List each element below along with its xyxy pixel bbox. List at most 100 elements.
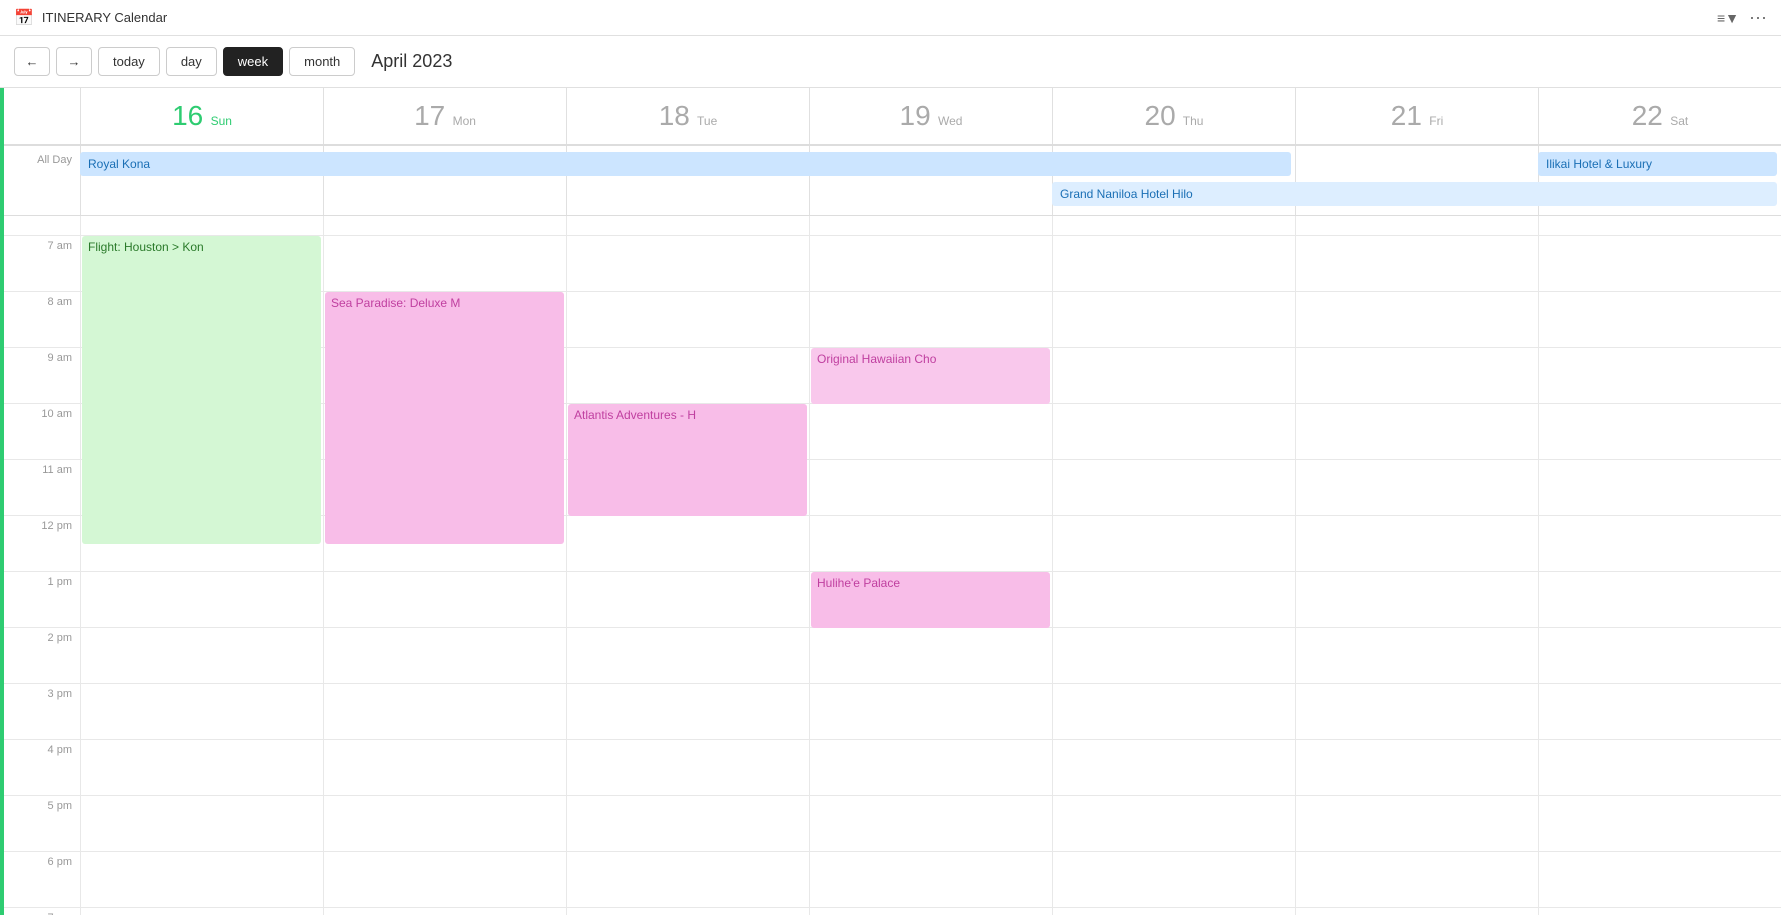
allday-event[interactable]: Royal Kona (80, 152, 1291, 176)
time-col-4 (1052, 516, 1295, 571)
event-block[interactable]: Hulihe'e Palace (811, 572, 1050, 628)
time-col-3 (809, 852, 1052, 907)
allday-event[interactable]: Grand Naniloa Hotel Hilo (1052, 182, 1777, 206)
time-row: 5 pm (0, 796, 1781, 852)
time-col-0 (80, 216, 323, 235)
time-col-4 (1052, 908, 1295, 915)
time-col-6 (1538, 516, 1781, 571)
time-col-1 (323, 740, 566, 795)
time-col-2 (566, 684, 809, 739)
time-col-6 (1538, 292, 1781, 347)
time-col-4 (1052, 460, 1295, 515)
time-row: 2 pm (0, 628, 1781, 684)
time-col-5 (1295, 908, 1538, 915)
time-col-4 (1052, 216, 1295, 235)
time-cols (80, 684, 1781, 739)
time-col-4 (1052, 684, 1295, 739)
day-header-tue: 18 Tue (566, 88, 809, 144)
calendar-title: April 2023 (371, 51, 452, 72)
today-button[interactable]: today (98, 47, 160, 76)
time-col-0 (80, 852, 323, 907)
day-name: Thu (1180, 114, 1204, 128)
day-name: Sat (1667, 114, 1688, 128)
time-col-3 (809, 216, 1052, 235)
time-col-5 (1295, 572, 1538, 627)
week-button[interactable]: week (223, 47, 283, 76)
time-col-6 (1538, 740, 1781, 795)
time-col-2 (566, 740, 809, 795)
time-col-3 (809, 460, 1052, 515)
day-name: Sun (207, 114, 232, 128)
day-header-thu: 20 Thu (1052, 88, 1295, 144)
time-row: 4 pm (0, 740, 1781, 796)
calendar-wrapper: 16 Sun17 Mon18 Tue19 Wed20 Thu21 Fri22 S… (0, 88, 1781, 915)
time-col-5 (1295, 740, 1538, 795)
time-col-6 (1538, 348, 1781, 403)
time-col-6 (1538, 460, 1781, 515)
event-block[interactable]: Flight: Houston > Kon (82, 236, 321, 544)
time-col-0 (80, 740, 323, 795)
day-name: Tue (694, 114, 717, 128)
filter-icon[interactable]: ≡▼ (1717, 10, 1739, 26)
time-col-6 (1538, 908, 1781, 915)
time-col-1 (323, 852, 566, 907)
time-col-2 (566, 628, 809, 683)
next-button[interactable]: → (56, 47, 92, 76)
day-header-wed: 19 Wed (809, 88, 1052, 144)
allday-event[interactable]: Ilikai Hotel & Luxury (1538, 152, 1777, 176)
time-col-5 (1295, 628, 1538, 683)
time-row: 7 pm (0, 908, 1781, 915)
time-col-1 (323, 216, 566, 235)
time-col-4 (1052, 572, 1295, 627)
event-block[interactable]: Atlantis Adventures - H (568, 404, 807, 516)
time-grid-scroll[interactable]: 1 am2 am3 am4 am5 am6 am7 am8 am9 am10 a… (0, 216, 1781, 915)
time-label: 5 pm (0, 796, 80, 851)
time-col-0 (80, 796, 323, 851)
calendar-app-icon: 📅 (14, 8, 34, 28)
more-options-icon[interactable]: ··· (1749, 7, 1767, 28)
time-col-3 (809, 292, 1052, 347)
time-col-6 (1538, 628, 1781, 683)
time-col-2 (566, 908, 809, 915)
toolbar: ← → today day week month April 2023 (0, 36, 1781, 88)
time-cols (80, 740, 1781, 795)
time-col-4 (1052, 236, 1295, 291)
prev-button[interactable]: ← (14, 47, 50, 76)
time-col-4 (1052, 628, 1295, 683)
month-button[interactable]: month (289, 47, 355, 76)
time-col-2 (566, 572, 809, 627)
time-col-2 (566, 292, 809, 347)
time-col-6 (1538, 684, 1781, 739)
app-title: ITINERARY Calendar (42, 10, 167, 25)
time-col-0 (80, 908, 323, 915)
day-header-fri: 21 Fri (1295, 88, 1538, 144)
day-button[interactable]: day (166, 47, 217, 76)
day-headers: 16 Sun17 Mon18 Tue19 Wed20 Thu21 Fri22 S… (0, 88, 1781, 146)
event-block[interactable]: Original Hawaiian Cho (811, 348, 1050, 404)
time-label: 3 pm (0, 684, 80, 739)
time-col-1 (323, 572, 566, 627)
time-label: 8 am (0, 292, 80, 347)
time-col-5 (1295, 516, 1538, 571)
day-header-mon: 17 Mon (323, 88, 566, 144)
time-col-4 (1052, 404, 1295, 459)
time-col-1 (323, 908, 566, 915)
time-label: 6 pm (0, 852, 80, 907)
time-cols (80, 852, 1781, 907)
time-col-0 (80, 572, 323, 627)
time-cols (80, 628, 1781, 683)
time-col-4 (1052, 292, 1295, 347)
time-cols (80, 216, 1781, 235)
time-col-3 (809, 516, 1052, 571)
day-number: 22 (1632, 100, 1663, 131)
time-col-5 (1295, 460, 1538, 515)
event-block[interactable]: Sea Paradise: Deluxe M (325, 292, 564, 544)
time-row: 3 pm (0, 684, 1781, 740)
time-label: 9 am (0, 348, 80, 403)
time-col-2 (566, 516, 809, 571)
day-name: Mon (449, 114, 476, 128)
day-number: 20 (1145, 100, 1176, 131)
time-col-5 (1295, 852, 1538, 907)
time-col-2 (566, 236, 809, 291)
time-label: 7 pm (0, 908, 80, 915)
